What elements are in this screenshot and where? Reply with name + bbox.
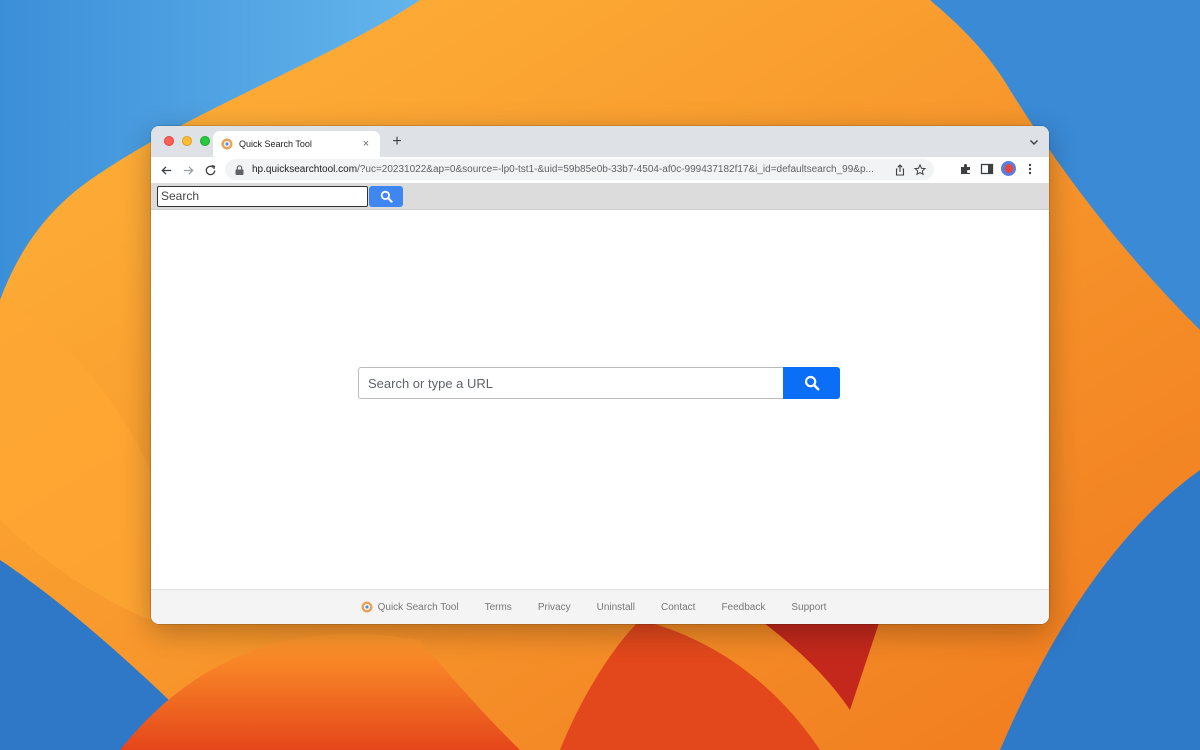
extension-search-button[interactable] bbox=[369, 185, 403, 207]
footer-link-privacy[interactable]: Privacy bbox=[538, 602, 571, 613]
page-footer: Quick Search Tool Terms Privacy Uninstal… bbox=[151, 589, 1049, 624]
address-bar[interactable]: hp.quicksearchtool.com/?uc=20231022&ap=0… bbox=[225, 159, 934, 180]
tab-quick-search-tool[interactable]: Quick Search Tool × bbox=[213, 131, 380, 157]
browser-toolbar: hp.quicksearchtool.com/?uc=20231022&ap=0… bbox=[151, 157, 1049, 183]
new-tab-button[interactable]: + bbox=[387, 132, 407, 152]
footer-brand[interactable]: Quick Search Tool bbox=[361, 601, 459, 613]
url-text: hp.quicksearchtool.com/?uc=20231022&ap=0… bbox=[252, 164, 894, 175]
footer-link-terms[interactable]: Terms bbox=[485, 602, 512, 613]
brand-logo-icon bbox=[361, 601, 373, 613]
main-search-box bbox=[358, 367, 840, 399]
lock-icon[interactable] bbox=[235, 164, 244, 175]
magnifier-icon bbox=[380, 190, 393, 203]
tab-title: Quick Search Tool bbox=[239, 139, 312, 149]
close-window-button[interactable] bbox=[164, 136, 174, 146]
browser-window: Quick Search Tool × + hp.quicksearchtool… bbox=[151, 126, 1049, 624]
favicon-icon bbox=[221, 138, 233, 150]
arrow-right-icon bbox=[183, 165, 194, 175]
window-controls bbox=[164, 136, 210, 146]
minimize-window-button[interactable] bbox=[182, 136, 192, 146]
footer-link-support[interactable]: Support bbox=[791, 602, 826, 613]
profile-avatar[interactable] bbox=[1001, 161, 1016, 176]
page-content bbox=[151, 210, 1049, 589]
arrow-left-icon bbox=[160, 165, 171, 175]
back-button[interactable] bbox=[155, 159, 177, 181]
reload-button[interactable] bbox=[199, 159, 221, 181]
footer-brand-label: Quick Search Tool bbox=[377, 601, 459, 613]
main-search-button[interactable] bbox=[783, 367, 840, 399]
extension-search-bar bbox=[151, 183, 1049, 210]
kebab-menu-icon[interactable] bbox=[1023, 162, 1037, 176]
url-path: /?uc=20231022&ap=0&source=-lp0-tst1-&uid… bbox=[357, 164, 874, 175]
side-panel-icon[interactable] bbox=[980, 162, 994, 176]
forward-button[interactable] bbox=[177, 159, 199, 181]
zoom-window-button[interactable] bbox=[200, 136, 210, 146]
footer-link-feedback[interactable]: Feedback bbox=[721, 602, 765, 613]
footer-link-contact[interactable]: Contact bbox=[661, 602, 695, 613]
tab-strip: Quick Search Tool × + bbox=[151, 126, 1049, 157]
share-icon[interactable] bbox=[894, 163, 906, 176]
star-icon[interactable] bbox=[914, 163, 926, 176]
reload-icon bbox=[205, 164, 215, 175]
puzzle-icon[interactable] bbox=[959, 162, 973, 176]
main-search-input[interactable] bbox=[358, 367, 783, 399]
url-host: hp.quicksearchtool.com bbox=[252, 164, 358, 175]
chevron-down-icon[interactable] bbox=[1027, 135, 1041, 149]
extension-search-input[interactable] bbox=[157, 185, 368, 207]
close-tab-icon[interactable]: × bbox=[360, 138, 372, 150]
footer-link-uninstall[interactable]: Uninstall bbox=[597, 602, 635, 613]
magnifier-icon bbox=[804, 375, 819, 391]
